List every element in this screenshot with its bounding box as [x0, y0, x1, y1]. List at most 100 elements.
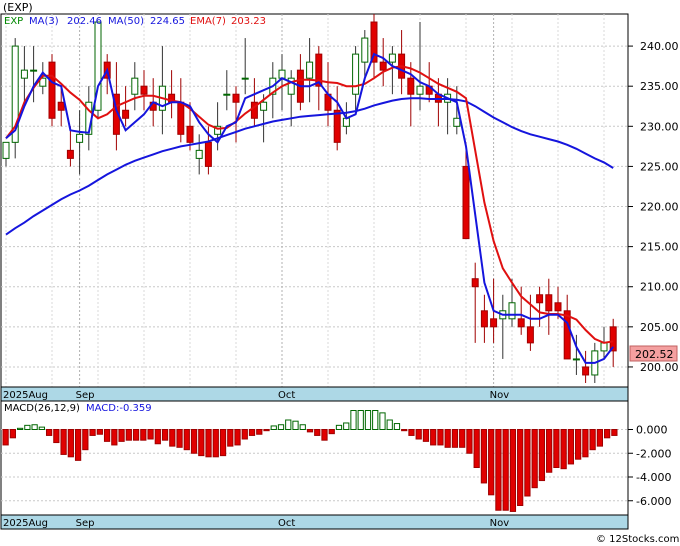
macd-bar: [444, 429, 451, 448]
macd-bar: [372, 410, 379, 430]
macd-bar: [386, 419, 393, 430]
macd-bar: [364, 410, 372, 430]
macd-bar: [299, 424, 306, 430]
macd-bar: [502, 429, 509, 511]
macd-bar: [517, 429, 524, 506]
candle-body: [453, 117, 461, 127]
month-label: Nov: [490, 518, 510, 529]
macd-bar: [103, 429, 111, 442]
macd-bar: [350, 410, 357, 430]
candle-body: [306, 61, 314, 79]
legend-ema7-value: 203.23: [231, 16, 266, 27]
macd-bar: [241, 429, 248, 440]
macd-bar: [509, 429, 517, 512]
macd-bar: [314, 429, 321, 436]
macd-bar: [611, 429, 618, 436]
candle-body: [30, 69, 38, 72]
candle-body: [177, 101, 185, 135]
macd-bar: [524, 429, 531, 497]
macd-bar: [473, 429, 480, 468]
macd-bar: [132, 429, 140, 441]
candle-body: [361, 37, 369, 63]
macd-bar: [183, 429, 190, 451]
macd-bar: [488, 429, 495, 496]
macd-bar: [118, 429, 125, 442]
candle-body: [600, 342, 608, 352]
macd-tick-label: -6.000: [636, 495, 671, 508]
macd-bar: [437, 429, 444, 446]
macd-bar: [111, 429, 118, 446]
macd-bar: [546, 429, 553, 473]
macd-bar: [538, 429, 546, 482]
candle-body: [416, 85, 424, 95]
candle-body: [131, 77, 139, 95]
macd-bar: [459, 429, 466, 448]
candle-body: [536, 294, 544, 304]
candle-body: [48, 61, 56, 119]
legend-ema7-label: EMA(7): [190, 16, 226, 27]
legend-ma50-label: MA(50): [108, 16, 144, 27]
month-label: Oct: [278, 390, 295, 401]
macd-bar: [219, 429, 227, 457]
macd-bar: [582, 429, 589, 458]
macd-bar: [96, 429, 103, 435]
macd-legend-value: MACD:-0.359: [86, 403, 152, 414]
macd-bar: [480, 429, 488, 484]
macd-bar: [125, 429, 132, 441]
candle-body: [57, 101, 65, 111]
candle-body: [563, 310, 571, 360]
macd-bar: [74, 429, 82, 461]
price-tick-label: 235.00: [640, 80, 679, 93]
macd-bar: [408, 429, 415, 436]
macd-bar: [67, 429, 74, 458]
macd-bar: [357, 410, 364, 430]
month-label: Nov: [490, 390, 510, 401]
macd-bar: [161, 429, 169, 441]
macd-bar: [263, 429, 270, 432]
candle-body: [122, 109, 130, 119]
candle-body: [195, 149, 203, 159]
macd-bar: [256, 429, 263, 435]
macd-bar: [270, 425, 277, 430]
price-tick-label: 225.00: [640, 160, 679, 173]
candle-body: [388, 53, 396, 63]
macd-bar: [451, 429, 459, 448]
macd-bar: [24, 424, 31, 430]
candle-body: [333, 109, 341, 143]
macd-bar: [415, 429, 422, 440]
macd-bar: [575, 429, 582, 460]
candle-body: [140, 85, 148, 95]
macd-bar: [60, 429, 67, 455]
macd-bar: [466, 429, 473, 454]
macd-tick-label: 0.000: [636, 424, 668, 437]
candle-body: [545, 294, 553, 312]
candle-body: [76, 133, 84, 143]
month-label: 2025Aug: [3, 390, 48, 401]
macd-bar: [321, 429, 328, 441]
macd-bar: [292, 420, 299, 430]
macd-bar: [38, 426, 45, 430]
candle-body: [66, 149, 74, 159]
candle-body: [508, 302, 516, 320]
macd-bar: [393, 423, 401, 430]
month-label: Sep: [76, 390, 95, 401]
candle-body: [278, 69, 286, 79]
macd-bar: [212, 429, 219, 458]
candle-body: [342, 117, 350, 127]
legend-ma3-label: MA(3): [29, 16, 59, 27]
macd-bar: [589, 429, 596, 451]
macd-bar: [553, 429, 560, 468]
price-tick-label: 215.00: [640, 241, 679, 254]
macd-bar: [53, 429, 60, 444]
date-band-bottom: [0, 514, 629, 530]
candle-body: [204, 141, 212, 167]
macd-bar: [140, 429, 147, 441]
candle-body: [260, 101, 268, 111]
candle-body: [526, 326, 534, 344]
macd-bar: [16, 427, 24, 430]
macd-bar: [560, 429, 567, 470]
macd-bar: [328, 429, 335, 435]
price-tick-label: 200.00: [640, 361, 679, 374]
macd-bar: [248, 429, 256, 436]
macd-bar: [277, 424, 285, 430]
